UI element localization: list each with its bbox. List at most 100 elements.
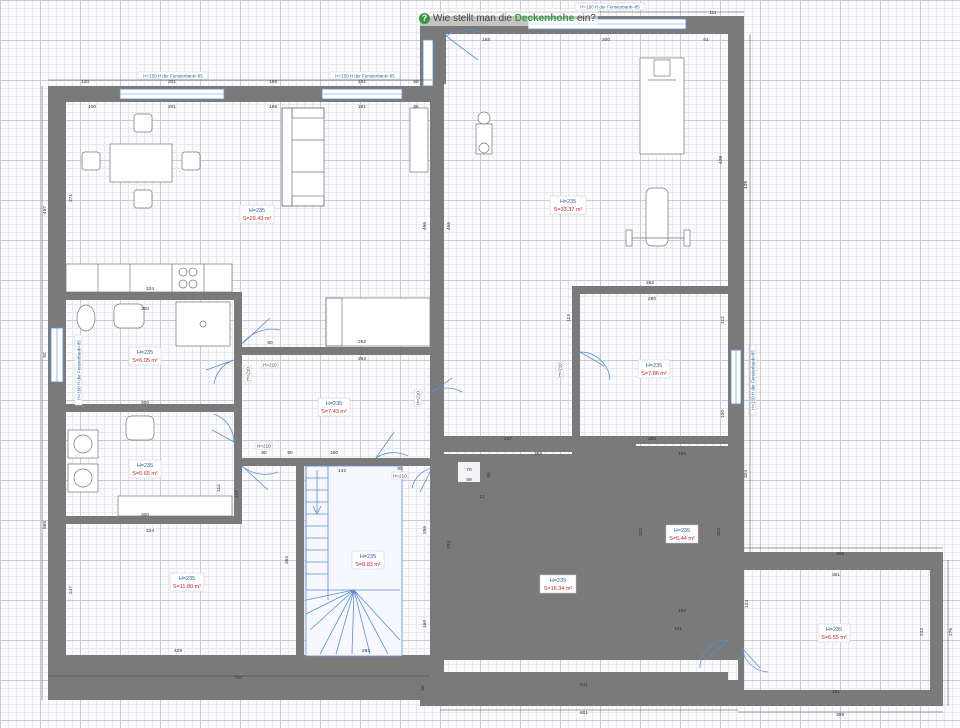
dimension-label: 322	[638, 528, 644, 536]
door-label: H=210	[558, 363, 563, 377]
room-height: H=235	[137, 350, 153, 356]
dimension-label: 70	[466, 467, 472, 473]
room-annex[interactable]: H=235 S=6.55 m²	[817, 623, 851, 643]
dimension-label: 142	[338, 468, 346, 474]
bench-press-icon[interactable]	[625, 187, 691, 247]
dimension-label: 112	[720, 316, 726, 324]
dimension-label: 351	[832, 572, 840, 578]
dimension-label: 247	[504, 436, 512, 442]
tooltip-text-before: Wie stellt man die	[433, 12, 515, 24]
door-center[interactable]	[411, 467, 433, 493]
dimension-label: 12	[479, 494, 485, 500]
dimension-label: 160	[330, 450, 338, 456]
room-area: S=11.80 m²	[173, 584, 201, 590]
chair-icon	[181, 151, 201, 171]
dimension-label: 90	[287, 450, 293, 456]
dimension-label: 188	[269, 104, 277, 110]
dimension-label: 66	[420, 685, 426, 691]
dimension-label: 201	[168, 79, 176, 85]
outer-wall-left-block	[48, 16, 943, 700]
door-label: H=210	[393, 474, 407, 479]
door-bath[interactable]	[205, 359, 235, 385]
window-w6[interactable]	[422, 39, 434, 87]
dimension-label: 601	[580, 710, 588, 716]
room-bottom-left[interactable]: H=235 S=11.80 m²	[169, 572, 205, 592]
floor-plan[interactable]: H=235 S=29.43 m² H=235 S=33.37 m² H=235 …	[0, 0, 960, 728]
dimension-label: 80	[267, 340, 273, 346]
door-annex[interactable]	[741, 647, 769, 673]
room-bathroom[interactable]: H=235 S=6.05 m²	[128, 346, 162, 366]
dimension-label: 300	[141, 400, 149, 406]
dimension-label: 188	[269, 79, 277, 85]
room-small-right[interactable]: H=235 S=7.86 m²	[637, 359, 671, 379]
dimension-label: 158	[482, 37, 490, 43]
room-area: S=7.43 m²	[321, 409, 347, 415]
room-laundry[interactable]: H=235 S=5.65 m²	[128, 459, 162, 479]
door-laundry[interactable]	[211, 413, 235, 443]
kitchen-shelf	[409, 107, 429, 173]
dimension-label: 466	[422, 222, 428, 230]
dining-table[interactable]	[109, 143, 173, 183]
room-center-bottom[interactable]: H=235 S=16.34 m²	[539, 574, 577, 594]
sofa-icon[interactable]	[281, 107, 325, 207]
door-stairs[interactable]	[375, 431, 409, 459]
door-label: H=210	[257, 444, 271, 449]
room-area: S=6.05 m²	[132, 358, 158, 364]
door-label: H=210	[246, 367, 251, 381]
room-area: S=33.37 m²	[554, 207, 583, 213]
room-height: H=235	[179, 576, 195, 582]
dimension-label: 358	[534, 451, 542, 457]
dimension-label: 364	[284, 556, 290, 564]
room-stairs[interactable]: H=235 S=8.83 m²	[351, 550, 385, 570]
room-storage[interactable]: H=235 S=5.44 m²	[665, 524, 699, 544]
dimension-label: 300	[141, 512, 149, 518]
dimension-label: 92	[42, 352, 48, 358]
dimension-label: 439	[743, 181, 749, 189]
window-label: H=150 H der Fensterbank=85	[335, 74, 395, 79]
room-height: H=235	[674, 528, 690, 534]
dimension-label: 114	[216, 484, 222, 492]
laundry-counter	[117, 495, 233, 517]
dimension-label: 100	[88, 104, 96, 110]
room-height: H=235	[826, 627, 842, 633]
window-label: H=150 H der Fensterbank=85	[751, 350, 756, 410]
dimension-label: 324	[146, 286, 154, 292]
help-tooltip[interactable]: ? Wie stellt man die Deckenhohe ein?	[417, 10, 598, 26]
dimension-label: 59	[466, 477, 472, 483]
door-bottom-left[interactable]	[241, 465, 279, 491]
dimension-label: 90	[397, 466, 403, 472]
room-area: S=7.86 m²	[641, 371, 667, 377]
room-kitchen-living[interactable]: H=235 S=29.43 m²	[239, 204, 275, 224]
sink-icon	[125, 415, 155, 441]
room-fitness[interactable]: H=235 S=33.37 m²	[549, 195, 587, 215]
dimension-label: 324	[146, 528, 154, 534]
dimension-label: 262	[358, 356, 366, 362]
dimension-label: 300	[602, 37, 610, 43]
tooltip-text[interactable]: Wie stellt man die Deckenhohe ein?	[433, 13, 596, 24]
chair-icon	[133, 113, 153, 133]
door-small-right[interactable]	[579, 351, 611, 381]
help-question-icon[interactable]: ?	[419, 12, 430, 24]
room-area: S=16.34 m²	[544, 586, 573, 592]
dimension-label: 201	[168, 104, 176, 110]
dimension-label: 244	[919, 628, 925, 636]
treadmill-icon[interactable]	[639, 57, 685, 155]
bed-icon[interactable]	[325, 297, 431, 347]
dimension-label: 124	[744, 600, 750, 608]
dimension-label: 322	[716, 528, 722, 536]
room-area: S=6.55 m²	[821, 635, 847, 641]
dimension-label: 247	[68, 586, 74, 594]
door-kitchen-hall[interactable]	[241, 317, 281, 345]
exercise-bike-icon[interactable]	[475, 111, 493, 155]
tooltip-highlight: Deckenhohe	[514, 12, 575, 24]
door-fitness-top[interactable]	[445, 29, 487, 61]
dimension-label: 541	[580, 682, 588, 688]
dimension-label: 59	[413, 79, 419, 85]
dimension-label: 262	[646, 280, 654, 286]
room-height: H=235	[137, 463, 153, 469]
room-area: S=5.44 m²	[669, 536, 695, 542]
door-label: H=210	[416, 391, 421, 405]
room-hallway[interactable]: H=235 S=7.43 m²	[317, 397, 351, 417]
window-label: H=150 H der Fensterbank=85	[77, 340, 82, 400]
dimension-label: 160	[422, 620, 428, 628]
